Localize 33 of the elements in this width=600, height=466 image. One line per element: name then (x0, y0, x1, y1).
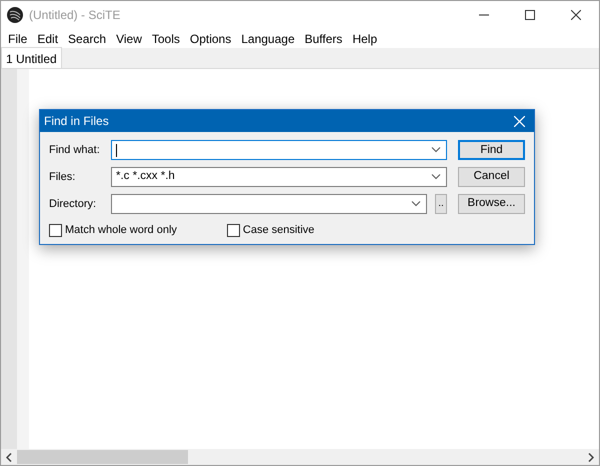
combo-box[interactable] (111, 194, 427, 214)
combo-box[interactable] (111, 140, 447, 160)
scroll-left-icon[interactable] (6, 452, 12, 462)
menu-item[interactable]: Edit (32, 30, 64, 48)
scrollbar-thumb[interactable] (17, 450, 188, 464)
checkbox-label[interactable]: Match whole word only (65, 222, 177, 238)
menu-item[interactable]: View (111, 30, 147, 48)
combo-box[interactable]: *.c *.cxx *.h (111, 167, 447, 187)
menu-item[interactable]: Options (184, 30, 236, 48)
checkbox-label[interactable]: Case sensitive (242, 222, 314, 238)
menu-item[interactable]: Buffers (300, 30, 348, 48)
field-label: Files: (49, 170, 76, 185)
scroll-right-icon[interactable] (588, 452, 594, 462)
tab[interactable]: 1 Untitled (1, 47, 62, 68)
dialog-button[interactable]: Find (458, 140, 525, 160)
menu-item[interactable]: Language (236, 30, 300, 48)
menu-item[interactable]: File (3, 30, 32, 48)
dialog-title: Find in Files (44, 113, 109, 130)
window-title: (Untitled) - SciTE (29, 7, 120, 24)
maximize-icon[interactable] (525, 10, 535, 20)
close-icon[interactable] (571, 10, 581, 20)
menu-item[interactable]: Search (63, 30, 112, 48)
app-logo-icon (7, 7, 23, 23)
browse-button[interactable]: .. (435, 194, 447, 214)
menu-item[interactable]: Help (347, 30, 382, 48)
field-label: Find what: (49, 142, 101, 158)
menu-item[interactable]: Tools (146, 30, 185, 48)
text-cursor (116, 144, 117, 156)
checkbox[interactable] (49, 224, 62, 237)
field-label: Directory: (49, 196, 98, 212)
dialog-button[interactable]: Browse... (458, 194, 525, 214)
dialog-button[interactable]: Cancel (458, 167, 525, 187)
checkbox[interactable] (226, 224, 240, 237)
